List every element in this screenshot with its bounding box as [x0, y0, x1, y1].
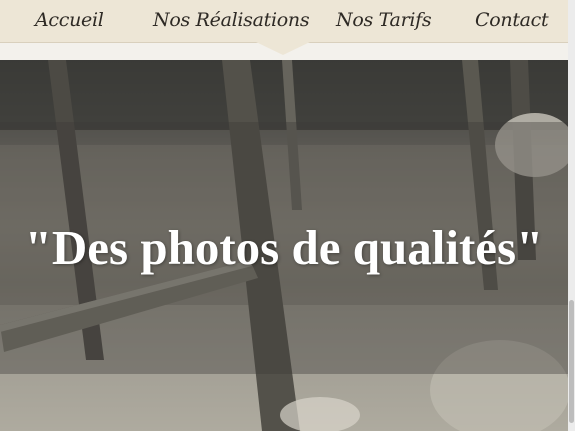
active-nav-indicator: [256, 42, 310, 55]
scrollbar-thumb[interactable]: [569, 300, 574, 423]
nav-item-accueil[interactable]: Accueil: [35, 6, 104, 34]
scrollbar[interactable]: [568, 0, 575, 431]
main-navigation: Accueil Nos Réalisations Nos Tarifs Cont…: [0, 0, 568, 43]
nav-item-nos-realisations[interactable]: Nos Réalisations: [153, 6, 310, 34]
hero-title: "Des photos de qualités": [24, 220, 544, 275]
hero-banner: "Des photos de qualités": [0, 60, 568, 431]
nav-item-contact[interactable]: Contact: [475, 6, 549, 34]
nav-item-nos-tarifs[interactable]: Nos Tarifs: [336, 6, 432, 34]
